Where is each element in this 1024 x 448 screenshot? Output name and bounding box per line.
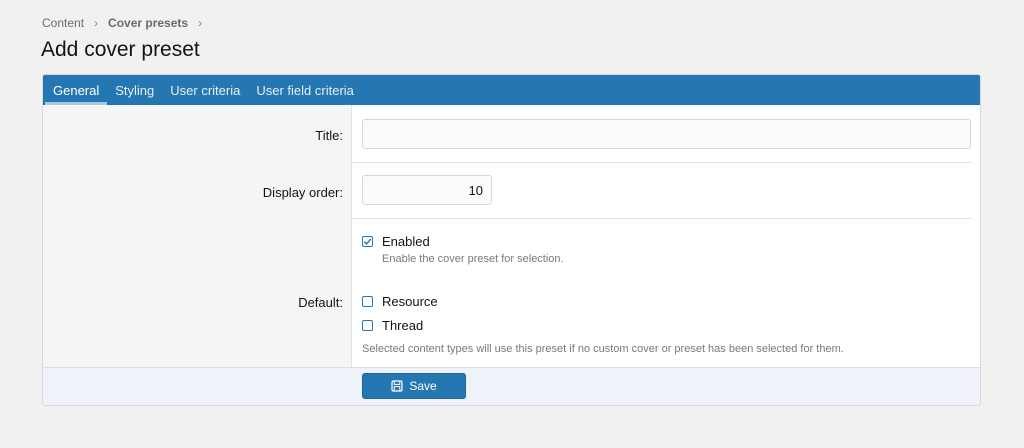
form-footer: Save xyxy=(43,367,980,405)
breadcrumb-content-link[interactable]: Content xyxy=(42,16,84,30)
save-button[interactable]: Save xyxy=(362,373,466,399)
default-hint: Selected content types will use this pre… xyxy=(362,343,844,355)
thread-checkbox[interactable] xyxy=(362,320,373,331)
chevron-right-icon: › xyxy=(94,16,99,30)
tab-bar: General Styling User criteria User field… xyxy=(43,75,980,105)
tab-user-criteria[interactable]: User criteria xyxy=(162,75,248,105)
title-input[interactable] xyxy=(362,119,971,149)
form-block: General Styling User criteria User field… xyxy=(42,74,981,406)
resource-checkbox-row[interactable]: Resource xyxy=(362,294,438,309)
tab-user-field-criteria[interactable]: User field criteria xyxy=(248,75,362,105)
chevron-right-icon: › xyxy=(198,16,203,30)
breadcrumb: Content › Cover presets › xyxy=(42,16,212,30)
tab-styling[interactable]: Styling xyxy=(107,75,162,105)
row-divider xyxy=(352,162,972,163)
tab-general[interactable]: General xyxy=(45,75,108,105)
display-order-label: Display order: xyxy=(262,185,343,200)
save-label: Save xyxy=(409,379,437,393)
enabled-checkbox[interactable] xyxy=(362,236,373,247)
breadcrumb-cover-presets-link[interactable]: Cover presets xyxy=(108,16,188,30)
resource-label: Resource xyxy=(382,294,438,309)
display-order-input[interactable]: 10 xyxy=(362,175,492,205)
title-label: Title: xyxy=(315,128,343,143)
row-divider xyxy=(352,218,972,219)
display-order-value: 10 xyxy=(468,182,483,198)
resource-checkbox[interactable] xyxy=(362,296,373,307)
enabled-hint: Enable the cover preset for selection. xyxy=(382,253,564,265)
page-title: Add cover preset xyxy=(41,38,200,61)
enabled-checkbox-row[interactable]: Enabled xyxy=(362,234,430,249)
label-column: Title: Display order: Default: xyxy=(43,105,352,369)
check-icon xyxy=(363,238,372,245)
thread-label: Thread xyxy=(382,318,424,333)
default-label: Default: xyxy=(298,295,343,310)
form-body: Title: Display order: Default: 10 Enable… xyxy=(43,105,980,369)
save-icon xyxy=(391,380,403,392)
enabled-label: Enabled xyxy=(382,234,430,249)
thread-checkbox-row[interactable]: Thread xyxy=(362,318,423,333)
